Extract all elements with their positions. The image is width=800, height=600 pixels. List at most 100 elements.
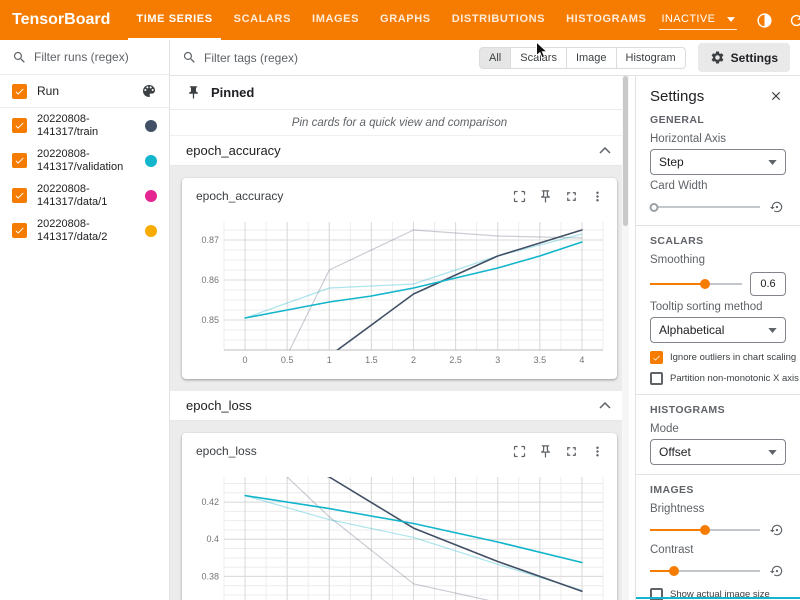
tab-distributions[interactable]: DISTRIBUTIONS [444,0,553,40]
epoch-loss-chart[interactable]: 00.511.522.533.540.360.380.40.42 [182,469,617,600]
divider [636,394,800,395]
svg-text:0.86: 0.86 [201,275,219,285]
partition-x-axis-checkbox[interactable] [650,372,663,385]
fit-domain-icon[interactable] [507,184,531,208]
horizontal-axis-label: Horizontal Axis [650,133,786,145]
horizontal-axis-value: Step [659,155,684,169]
chip-histogram[interactable]: Histogram [616,47,686,69]
run-row[interactable]: 20220808-141317/validation [0,143,169,178]
runs-filter-input[interactable] [34,50,152,64]
fit-domain-icon[interactable] [507,439,531,463]
section-epoch-accuracy[interactable]: epoch_accuracy [170,136,629,166]
reload-status-dropdown[interactable]: INACTIVE [659,10,737,30]
brightness-label: Brightness [650,503,786,515]
more-options-icon[interactable] [585,184,609,208]
refresh-icon[interactable] [783,7,800,33]
svg-text:0: 0 [243,355,248,365]
partition-x-axis-text: Partition non-monotonic X axis [670,372,799,385]
tab-images[interactable]: IMAGES [304,0,367,40]
runs-filter [0,40,169,75]
search-icon [12,50,27,65]
tab-time-series[interactable]: TIME SERIES [128,0,220,40]
contrast-slider[interactable] [650,565,760,577]
content-scrollbar[interactable] [622,76,629,600]
svg-text:0.85: 0.85 [201,315,219,325]
tags-filter-input[interactable] [204,51,354,65]
run-checkbox[interactable] [12,223,27,238]
dark-mode-toggle-icon[interactable] [751,7,777,33]
smoothing-slider[interactable] [650,278,742,290]
scrollbar-thumb[interactable] [623,76,628,226]
topbar-actions: INACTIVE [659,0,800,40]
reset-icon[interactable] [768,521,786,539]
card-width-label: Card Width [650,180,786,192]
pin-icon [186,85,201,100]
svg-text:2: 2 [411,355,416,365]
tags-toolbar: All Scalars Image Histogram Settings [170,40,800,76]
close-icon[interactable] [766,86,786,106]
section-epoch-loss[interactable]: epoch_loss [170,391,629,421]
run-checkbox[interactable] [12,153,27,168]
run-checkbox[interactable] [12,118,27,133]
fullscreen-icon[interactable] [559,184,583,208]
tags-filter [182,50,354,65]
pinned-title: Pinned [211,85,254,100]
more-options-icon[interactable] [585,439,609,463]
pin-icon[interactable] [533,439,557,463]
section-title: epoch_loss [186,398,252,413]
smoothing-label: Smoothing [650,254,786,266]
select-all-runs-checkbox[interactable] [12,84,27,99]
ignore-outliers-row[interactable]: Ignore outliers in chart scaling [650,351,786,364]
chevron-up-icon[interactable] [599,402,611,409]
gear-icon [710,50,725,65]
runs-column-label: Run [37,84,141,98]
tooltip-sorting-select[interactable]: Alphabetical [650,317,786,343]
run-color-dot [145,120,157,132]
pinned-hint: Pin cards for a quick view and compariso… [170,110,629,136]
run-row[interactable]: 20220808-141317/data/2 [0,213,169,248]
section-title: epoch_accuracy [186,143,281,158]
card-header: epoch_loss [182,433,617,469]
smoothing-input[interactable] [750,272,786,296]
histogram-mode-label: Mode [650,423,786,435]
horizontal-axis-select[interactable]: Step [650,149,786,175]
run-color-palette-icon[interactable] [141,83,157,99]
images-heading: IMAGES [650,484,786,496]
reset-icon[interactable] [768,562,786,580]
chip-image[interactable]: Image [566,47,617,69]
ignore-outliers-checkbox[interactable] [650,351,663,364]
histogram-mode-select[interactable]: Offset [650,439,786,465]
svg-text:3: 3 [495,355,500,365]
brightness-slider[interactable] [650,524,760,536]
check-icon [14,120,25,131]
reset-icon[interactable] [768,198,786,216]
accent-divider [636,597,800,599]
check-icon [14,190,25,201]
run-row[interactable]: 20220808-141317/train [0,108,169,143]
partition-x-axis-row[interactable]: Partition non-monotonic X axis [650,372,786,385]
settings-button[interactable]: Settings [698,43,790,72]
chip-scalars[interactable]: Scalars [510,47,567,69]
check-icon [14,155,25,166]
run-color-dot [145,190,157,202]
chevron-up-icon[interactable] [599,147,611,154]
run-color-dot [145,155,157,167]
tab-scalars[interactable]: SCALARS [226,0,299,40]
run-checkbox[interactable] [12,188,27,203]
fullscreen-icon[interactable] [559,439,583,463]
check-icon [14,86,25,97]
card-title: epoch_loss [196,444,507,458]
card-width-slider[interactable] [650,201,760,213]
chevron-down-icon [768,160,777,165]
chip-all[interactable]: All [479,47,511,69]
run-row[interactable]: 20220808-141317/data/1 [0,178,169,213]
svg-text:0.38: 0.38 [201,571,219,581]
status-label: INACTIVE [661,13,715,25]
tab-graphs[interactable]: GRAPHS [372,0,439,40]
tab-histograms[interactable]: HISTOGRAMS [558,0,654,40]
card-title: epoch_accuracy [196,189,507,203]
epoch-accuracy-chart[interactable]: 00.511.522.533.540.850.860.87 [182,214,617,368]
pin-icon[interactable] [533,184,557,208]
nav-tabs: TIME SERIES SCALARS IMAGES GRAPHS DISTRI… [128,0,659,40]
svg-text:0.87: 0.87 [201,235,219,245]
